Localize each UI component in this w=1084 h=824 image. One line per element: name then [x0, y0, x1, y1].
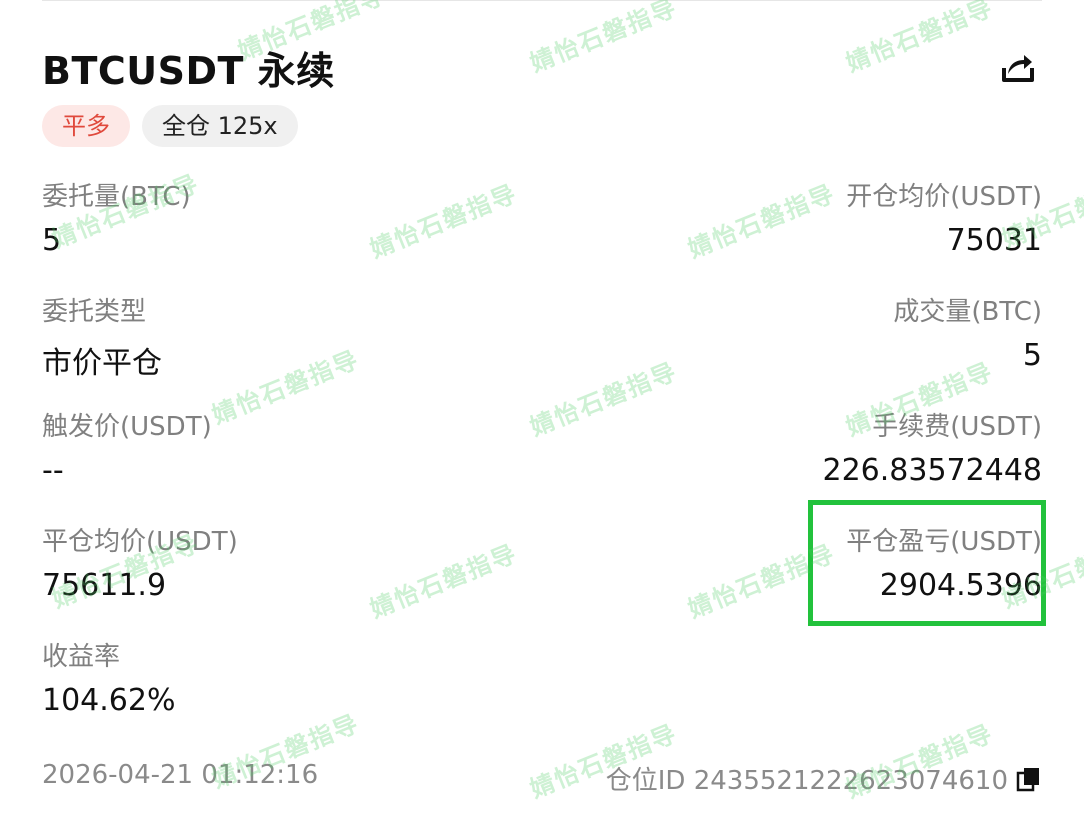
position-id-text: 仓位ID 2435521222623074610: [605, 766, 1008, 796]
trigger-price-field: 触发价(USDT) --: [42, 406, 212, 488]
order-qty-field: 委托量(BTC) 5: [42, 176, 191, 258]
share-button[interactable]: [996, 44, 1040, 88]
order-qty-label: 委托量(BTC): [42, 182, 191, 212]
watermark-text: 婧怡石磐指导: [366, 179, 522, 264]
order-type-label: 委托类型: [42, 297, 147, 327]
tag-row: 平多 全仓 125x: [42, 105, 298, 147]
open-avg-price-value: 75031: [946, 223, 1042, 258]
roi-label: 收益率: [42, 642, 121, 672]
watermark-text: 婧怡石磐指导: [842, 0, 998, 78]
filled-qty-label: 成交量(BTC): [893, 297, 1042, 327]
position-id-row: 仓位ID 2435521222623074610: [606, 760, 1042, 797]
watermark-text: 婧怡石磐指导: [684, 539, 840, 624]
order-qty-value: 5: [42, 223, 62, 258]
close-avg-price-value: 75611.9: [42, 568, 167, 603]
trigger-price-value: --: [42, 453, 64, 488]
fee-field: 手续费(USDT) 226.83572448: [823, 406, 1043, 488]
watermark-text: 婧怡石磐指导: [208, 345, 364, 430]
order-type-value: 市价平仓: [42, 346, 162, 381]
roi-value: 104.62%: [42, 683, 176, 718]
watermark-text: 婧怡石磐指导: [526, 0, 682, 78]
trigger-price-label: 触发价(USDT): [42, 412, 212, 442]
open-avg-price-label: 开仓均价(USDT): [846, 182, 1042, 212]
close-pnl-value: 2904.5396: [879, 568, 1042, 603]
copy-icon[interactable]: [1016, 766, 1042, 792]
top-divider: [42, 0, 1042, 1]
page-title: BTCUSDT 永续: [42, 49, 335, 93]
watermark-text: 婧怡石磐指导: [684, 179, 840, 264]
share-icon: [1002, 55, 1034, 82]
order-timestamp: 2026-04-21 01:12:16: [42, 760, 319, 790]
watermark-text: 婧怡石磐指导: [526, 357, 682, 442]
open-avg-price-field: 开仓均价(USDT) 75031: [846, 176, 1042, 258]
watermark-text: 婧怡石磐指导: [366, 539, 522, 624]
close-avg-price-field: 平仓均价(USDT) 75611.9: [42, 521, 238, 603]
direction-badge: 平多: [42, 105, 130, 147]
close-pnl-field: 平仓盈亏(USDT) 2904.5396: [846, 521, 1042, 603]
roi-field: 收益率 104.62%: [42, 636, 175, 718]
order-type-field: 委托类型 市价平仓: [42, 291, 162, 382]
filled-qty-value: 5: [1022, 338, 1042, 373]
filled-qty-field: 成交量(BTC) 5: [893, 291, 1042, 373]
close-avg-price-label: 平仓均价(USDT): [42, 527, 238, 557]
fee-label: 手续费(USDT): [872, 412, 1042, 442]
margin-mode-badge: 全仓 125x: [142, 105, 298, 147]
fee-value: 226.83572448: [822, 453, 1043, 488]
close-pnl-label: 平仓盈亏(USDT): [846, 527, 1042, 557]
